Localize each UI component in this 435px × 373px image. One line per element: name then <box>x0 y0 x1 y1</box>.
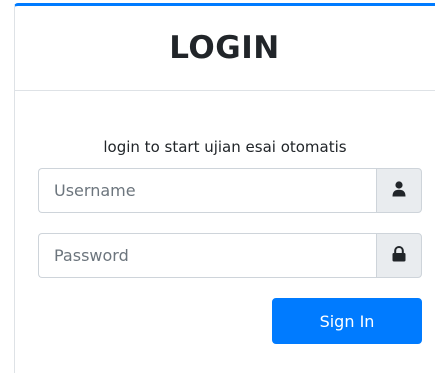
login-message: login to start ujian esai otomatis <box>103 138 347 156</box>
username-input[interactable] <box>38 168 376 213</box>
username-group <box>38 168 422 213</box>
password-addon <box>376 233 422 278</box>
login-card: LOGIN login to start ujian esai otomatis <box>14 3 435 373</box>
lock-icon <box>392 245 406 266</box>
username-addon <box>376 168 422 213</box>
password-input[interactable] <box>38 233 376 278</box>
sign-in-button[interactable]: Sign In <box>272 298 422 344</box>
page-title: LOGIN <box>169 30 280 66</box>
password-group <box>38 233 422 278</box>
user-icon <box>392 180 406 201</box>
card-header: LOGIN <box>15 6 435 91</box>
